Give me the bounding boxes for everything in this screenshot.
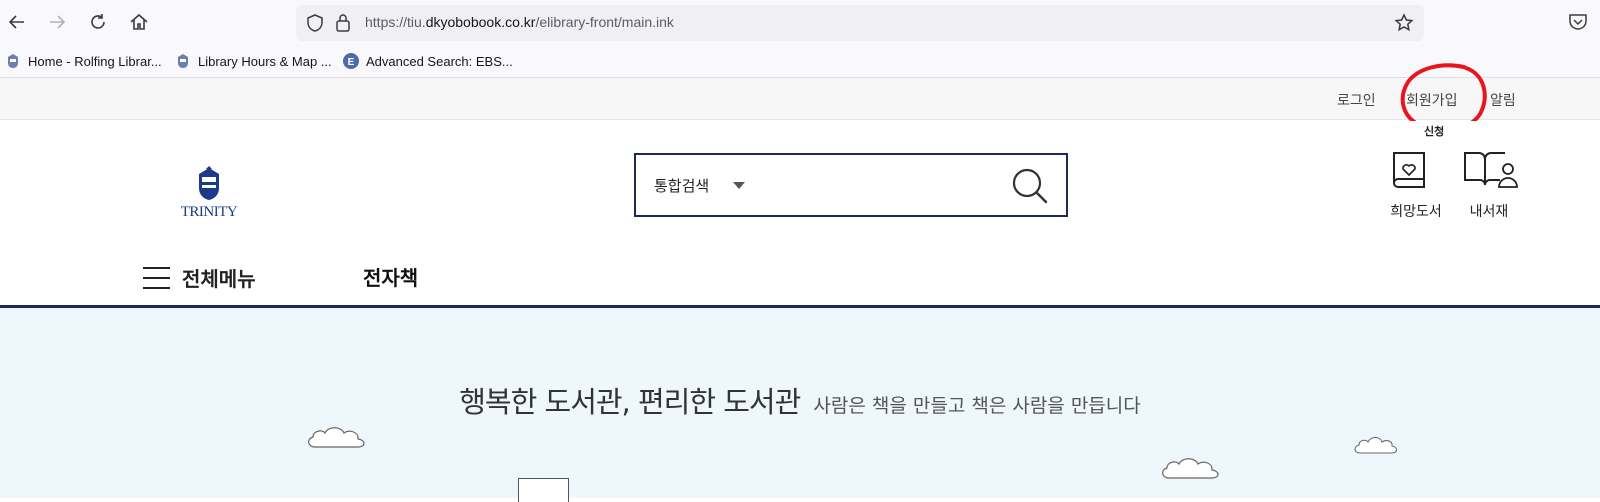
bookmark-item[interactable]: Library Hours & Map ... bbox=[175, 53, 332, 69]
reload-icon bbox=[91, 14, 105, 29]
search-button[interactable] bbox=[1010, 166, 1050, 206]
utility-nav: 로그인 회원가입 알림 bbox=[0, 78, 1600, 120]
shield-icon[interactable] bbox=[306, 14, 324, 32]
my-library-icon bbox=[1459, 147, 1519, 195]
home-button[interactable] bbox=[126, 9, 152, 35]
nav-ebook[interactable]: 전자책 bbox=[363, 262, 418, 291]
search-icon bbox=[1012, 168, 1048, 204]
back-arrow-icon bbox=[8, 15, 24, 29]
my-library-label: 내서재 bbox=[1469, 204, 1509, 220]
hero-banner: 행복한 도서관, 편리한 도서관 사람은 책을 만들고 책은 사람을 만듭니다 bbox=[0, 308, 1600, 502]
request-badge: 신청 bbox=[1424, 125, 1445, 138]
bookmark-label: Library Hours & Map ... bbox=[198, 53, 332, 69]
url-domain: dkyobobook.co.kr bbox=[425, 14, 536, 30]
library-favicon-icon bbox=[175, 53, 191, 69]
search-scope-select[interactable]: 통합검색 bbox=[654, 175, 709, 196]
hero-subtitle: 사람은 책을 만들고 책은 사람을 만듭니다 bbox=[813, 395, 1141, 417]
browser-toolbar: https://tiu.dkyobobook.co.kr/elibrary-fr… bbox=[0, 0, 1600, 44]
chevron-down-icon[interactable] bbox=[733, 182, 745, 189]
cloud-icon bbox=[1354, 436, 1398, 454]
bookmark-item[interactable]: E Advanced Search: EBS... bbox=[343, 53, 513, 69]
logo-text: TRINITY bbox=[180, 204, 238, 220]
ebsco-favicon-icon: E bbox=[343, 53, 359, 69]
wish-book-request-link[interactable]: 신청 희망도서 bbox=[1381, 125, 1451, 221]
bookmark-star-icon[interactable] bbox=[1394, 13, 1414, 33]
back-button[interactable] bbox=[4, 9, 30, 35]
url-prefix: https://tiu. bbox=[365, 14, 426, 30]
all-menu-button[interactable]: 전체메뉴 bbox=[143, 263, 256, 292]
bookmark-label: Advanced Search: EBS... bbox=[366, 53, 513, 69]
address-bar[interactable]: https://tiu.dkyobobook.co.kr/elibrary-fr… bbox=[296, 5, 1424, 41]
forward-button[interactable] bbox=[44, 9, 70, 35]
login-link[interactable]: 로그인 bbox=[1337, 90, 1376, 110]
url-text[interactable]: https://tiu.dkyobobook.co.kr/elibrary-fr… bbox=[365, 14, 674, 30]
forward-arrow-icon bbox=[50, 15, 66, 29]
cloud-icon bbox=[308, 427, 365, 448]
home-icon bbox=[130, 13, 148, 30]
library-favicon-icon bbox=[5, 53, 21, 69]
notifications-link[interactable]: 알림 bbox=[1490, 90, 1516, 110]
all-menu-label: 전체메뉴 bbox=[182, 267, 256, 291]
bookmark-label: Home - Rolfing Librar... bbox=[28, 53, 162, 69]
bookmark-item[interactable]: Home - Rolfing Librar... bbox=[5, 53, 162, 69]
reload-button[interactable] bbox=[85, 9, 111, 35]
svg-text:E: E bbox=[348, 57, 355, 68]
wish-book-icon: 신청 bbox=[1386, 125, 1446, 195]
hero-heading: 행복한 도서관, 편리한 도서관 사람은 책을 만들고 책은 사람을 만듭니다 bbox=[0, 379, 1600, 421]
site-logo[interactable]: TRINITY bbox=[176, 166, 242, 226]
my-library-link[interactable]: 내서재 bbox=[1454, 147, 1524, 221]
bookmarks-bar: Home - Rolfing Librar... Library Hours &… bbox=[0, 44, 1600, 78]
url-path: /elibrary-front/main.ink bbox=[535, 14, 674, 30]
cloud-icon bbox=[1162, 458, 1219, 479]
search-box: 통합검색 bbox=[634, 153, 1068, 217]
illustration-box bbox=[518, 478, 569, 502]
site-header: TRINITY 통합검색 신청 희망도서 내서재 전체메뉴 전자책 bbox=[0, 121, 1600, 308]
hero-title: 행복한 도서관, 편리한 도서관 bbox=[459, 385, 801, 419]
lock-icon[interactable] bbox=[335, 13, 351, 32]
pocket-icon[interactable] bbox=[1568, 13, 1588, 31]
hamburger-icon bbox=[143, 266, 170, 289]
wish-book-label: 희망도서 bbox=[1390, 204, 1442, 220]
